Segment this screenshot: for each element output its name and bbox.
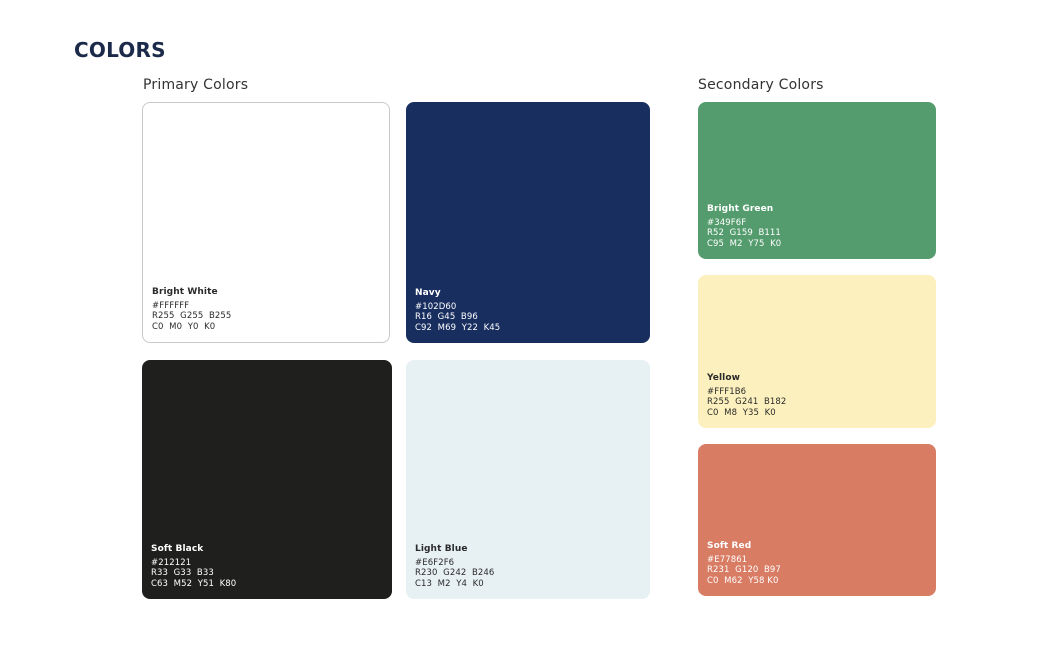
swatch-name: Bright White [152,286,218,297]
swatch-cmyk: C92 M69 Y22 K45 [415,322,501,333]
swatch-name: Light Blue [415,543,468,554]
swatch-yellow: Yellow #FFF1B6 R255 G241 B182 C0 M8 Y35 … [698,275,936,428]
page-title: COLORS [74,38,166,62]
swatch-cmyk: C13 M2 Y4 K0 [415,578,484,589]
swatch-rgb: R33 G33 B33 [151,568,214,578]
swatch-hex: #FFFFFF [152,300,190,311]
secondary-colors-heading: Secondary Colors [698,77,824,93]
swatch-info: Yellow #FFF1B6 R255 G241 B182 C0 M8 Y35 … [707,373,786,419]
swatch-cmyk: C95 M2 Y75 K0 [707,238,782,249]
swatch-cmyk: C0 M62 Y58 K0 [707,575,779,586]
swatch-soft-black: Soft Black #212121 R33 G33 B33 C63 M52 Y… [142,360,392,599]
swatch-navy: Navy #102D60 R16 G45 B96 C92 M69 Y22 K45 [406,102,650,343]
swatch-rgb: R231 G120 B97 [707,565,781,575]
swatch-hex: #E6F2F6 [415,557,455,568]
swatch-name: Soft Black [151,543,204,554]
swatch-rgb: R230 G242 B246 [415,568,495,578]
swatch-hex: #FFF1B6 [707,386,747,397]
swatch-name: Yellow [707,372,741,383]
swatch-light-blue: Light Blue #E6F2F6 R230 G242 B246 C13 M2… [406,360,650,599]
swatch-hex: #349F6F [707,217,747,228]
primary-colors-heading: Primary Colors [143,77,249,93]
swatch-rgb: R16 G45 B96 [415,312,478,322]
swatch-info: Bright White #FFFFFF R255 G255 B255 C0 M… [152,287,231,333]
swatch-info: Soft Red #E77861 R231 G120 B97 C0 M62 Y5… [707,541,781,587]
swatch-bright-green: Bright Green #349F6F R52 G159 B111 C95 M… [698,102,936,259]
swatch-name: Bright Green [707,203,774,214]
swatch-bright-white: Bright White #FFFFFF R255 G255 B255 C0 M… [142,102,390,343]
swatch-info: Light Blue #E6F2F6 R230 G242 B246 C13 M2… [415,544,494,590]
swatch-cmyk: C63 M52 Y51 K80 [151,578,237,589]
swatch-hex: #E77861 [707,554,748,565]
swatch-rgb: R255 G241 B182 [707,397,787,407]
swatch-rgb: R255 G255 B255 [152,311,232,321]
swatch-hex: #212121 [151,557,192,568]
swatch-info: Soft Black #212121 R33 G33 B33 C63 M52 Y… [151,544,236,590]
swatch-name: Navy [415,287,441,298]
swatch-cmyk: C0 M0 Y0 K0 [152,321,216,332]
swatch-name: Soft Red [707,540,752,551]
swatch-info: Navy #102D60 R16 G45 B96 C92 M69 Y22 K45 [415,288,500,334]
swatch-cmyk: C0 M8 Y35 K0 [707,407,776,418]
swatch-rgb: R52 G159 B111 [707,228,781,238]
swatch-info: Bright Green #349F6F R52 G159 B111 C95 M… [707,204,781,250]
swatch-soft-red: Soft Red #E77861 R231 G120 B97 C0 M62 Y5… [698,444,936,596]
swatch-hex: #102D60 [415,301,457,312]
